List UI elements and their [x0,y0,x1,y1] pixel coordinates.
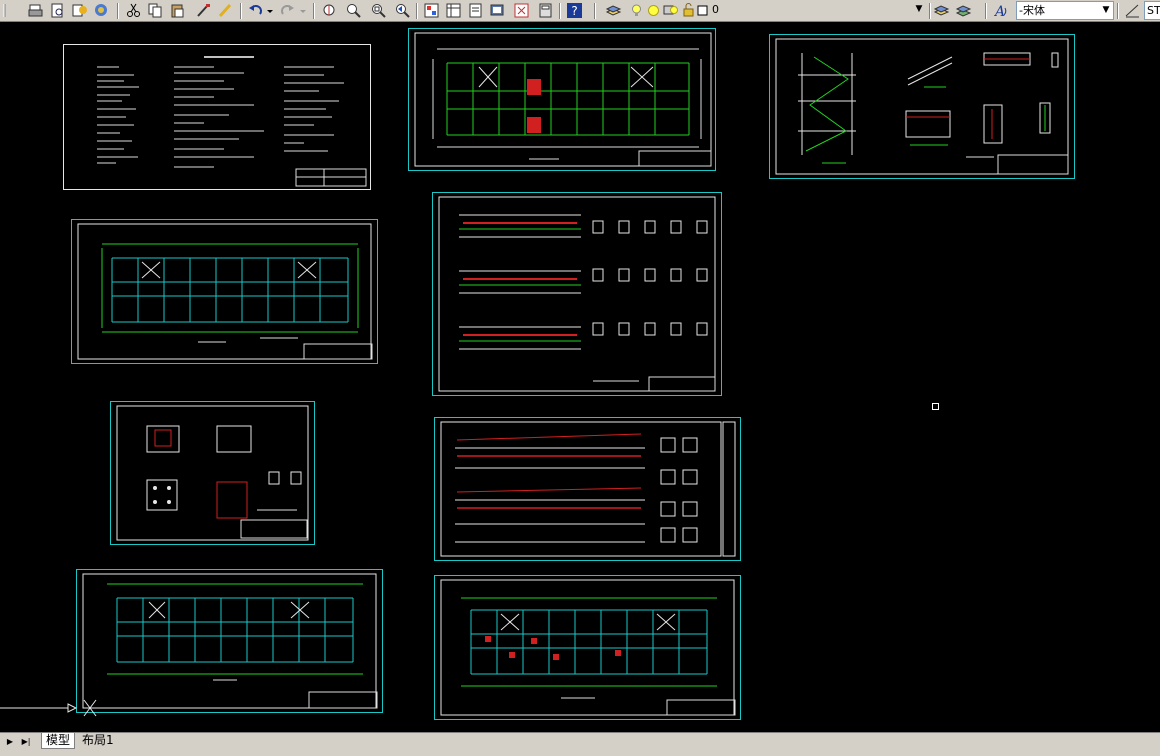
markup-set-manager-icon[interactable] [513,2,530,19]
slab-plan-sheet[interactable] [434,575,741,720]
properties-icon[interactable] [423,2,440,19]
beam-reinforcement-linework [438,196,716,392]
make-layer-current-icon[interactable] [933,2,950,19]
column-reinforcement-linework [440,421,736,557]
design-notes-linework [97,56,367,187]
paste-icon[interactable] [169,2,186,19]
layer-viewport-icon [662,2,679,19]
foundation-detail-sheet[interactable] [110,401,315,545]
tab-model-label: 模型 [46,733,71,747]
zoom-realtime-icon[interactable] [345,2,362,19]
cut-icon[interactable] [125,2,142,19]
floor-plan-sheet-1[interactable] [408,28,716,171]
sheet-set-manager-icon[interactable] [489,2,506,19]
cursor-pickbox-icon [932,403,939,410]
model-space-canvas[interactable] [0,22,1160,732]
stair-detail-linework [775,38,1069,175]
toolbar-separator [594,3,596,19]
toolbar-separator [929,3,931,19]
text-style-combo[interactable]: -宋体 ▼ [1016,1,1114,20]
dimension-style-combo-value: ST [1147,4,1160,17]
svg-text:?: ? [571,4,577,18]
structural-layout-sheet[interactable] [76,569,383,713]
match-properties-icon[interactable] [195,2,212,19]
print-icon[interactable] [27,2,44,19]
3d-dwf-icon[interactable] [93,2,110,19]
tool-palettes-icon[interactable] [467,2,484,19]
layer-thaw-icon [645,2,662,19]
tab-layout1[interactable]: 布局1 [78,733,118,748]
toolbar-separator [416,3,418,19]
structural-layout-linework [82,573,378,709]
dimension-style-combo[interactable]: ST [1144,1,1160,20]
layer-manager-icon[interactable] [605,2,622,19]
chevron-down-icon[interactable]: ▼ [1099,2,1113,19]
undo-icon[interactable] [247,2,264,19]
tab-nav-last-icon[interactable]: ▶| [20,736,32,748]
svg-text:A: A [993,4,1005,19]
tab-nav-next-icon[interactable]: ▶ [4,736,16,748]
design-center-icon[interactable] [445,2,462,19]
copy-icon[interactable] [147,2,164,19]
toolbar-separator [117,3,119,19]
layer-combo-value: 0 [712,3,719,16]
publish-icon[interactable] [71,2,88,19]
framing-plan-linework [77,223,373,360]
print-preview-icon[interactable] [49,2,66,19]
zoom-previous-icon[interactable] [394,2,411,19]
chevron-down-icon[interactable]: ▼ [912,1,926,18]
toolbar-separator [1117,3,1119,19]
standard-toolbar: ? 0 ▼ A -宋体 ▼ ST [0,0,1160,22]
layer-on-icon [628,2,645,19]
layout-tab-bar: ▶ ▶| 模型 布局1 [0,732,1160,756]
foundation-detail-linework [116,405,309,541]
text-style-combo-value: -宋体 [1019,4,1045,17]
beam-reinforcement-sheet[interactable] [432,192,722,396]
design-notes-sheet[interactable] [63,44,371,190]
block-editor-icon[interactable] [217,2,234,19]
framing-plan-sheet[interactable] [71,219,378,364]
tab-model[interactable]: 模型 [41,733,76,749]
redo-icon[interactable] [280,2,297,19]
column-reinforcement-sheet[interactable] [434,417,741,561]
zoom-window-icon[interactable] [370,2,387,19]
layer-combo[interactable]: 0 ▼ [710,1,926,20]
ucs-icon [0,698,100,728]
floor-plan-1-linework [414,32,712,167]
slab-plan-linework [440,579,736,716]
toolbar-separator [240,3,242,19]
pan-realtime-icon[interactable] [321,2,338,19]
text-style-icon[interactable]: A [993,2,1010,19]
help-icon[interactable]: ? [566,2,583,19]
toolbar-separator [559,3,561,19]
quick-calc-icon[interactable] [537,2,554,19]
toolbar-grip-icon [3,2,20,19]
layer-lock-icon [680,2,697,19]
layer-previous-icon[interactable] [955,2,972,19]
toolbar-separator [985,3,987,19]
dimension-style-icon[interactable] [1124,2,1141,19]
stair-detail-sheet[interactable] [769,34,1075,179]
toolbar-separator [313,3,315,19]
tab-layout1-label: 布局1 [82,733,114,747]
